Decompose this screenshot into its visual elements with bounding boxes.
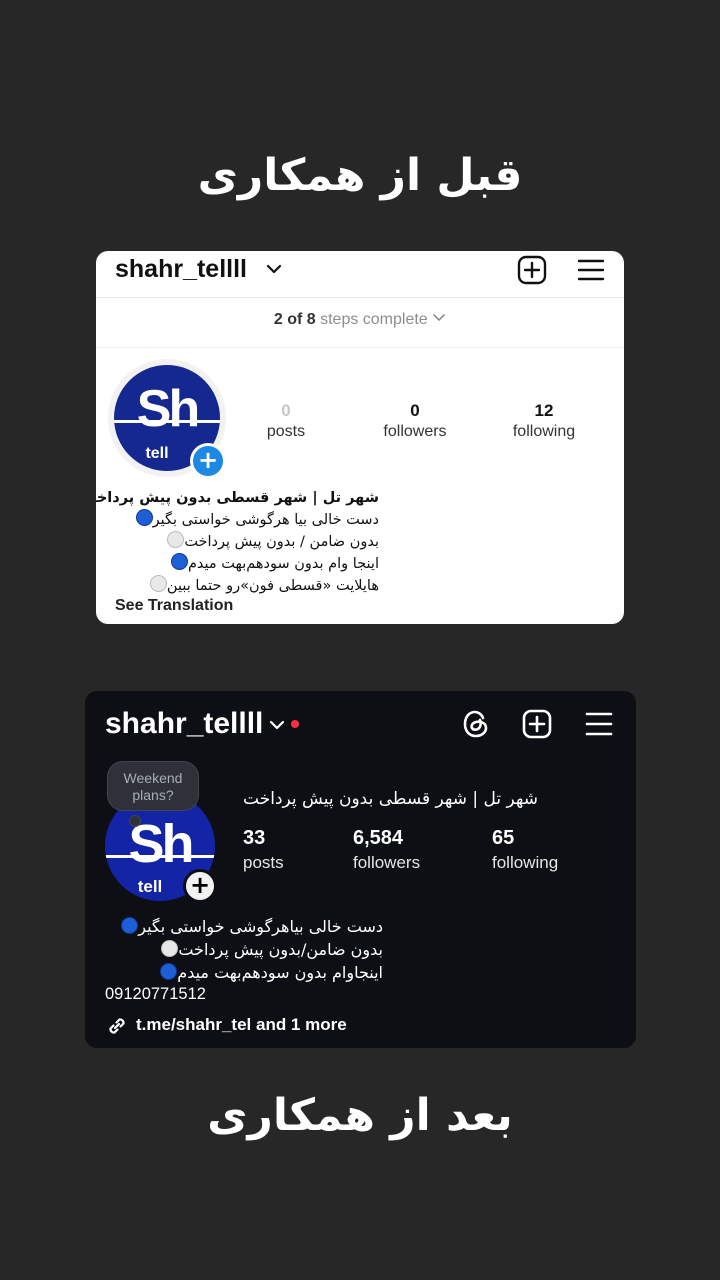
chevron-down-icon <box>433 314 445 322</box>
following-stat[interactable]: 65 following <box>492 827 558 873</box>
add-story-button[interactable]: + <box>190 443 226 479</box>
bio-line: بدون ضامن/بدون پیش پرداخت <box>85 938 383 961</box>
profile-after-card: shahr_tellll Sh tell + Weekend plans? شهر… <box>85 691 636 1048</box>
logo-text: Sh <box>136 380 200 438</box>
blue-circle-icon <box>170 553 188 570</box>
bio: شهر تل | شهر قسطی بدون پیش پرداخت دست خا… <box>96 487 379 597</box>
threads-icon[interactable] <box>462 709 490 739</box>
bio-link[interactable]: t.me/shahr_tel and 1 more <box>136 1015 347 1035</box>
bio-line: اینجا وام بدون سودهم‌بهت میدم <box>96 553 379 575</box>
blue-circle-icon <box>160 963 178 980</box>
see-translation-link[interactable]: See Translation <box>115 597 233 615</box>
bio-name: شهر تل | شهر قسطی بدون پیش پرداخت <box>96 490 379 506</box>
bio-line: هایلایت «قسطی فون»رو حتما ببین <box>96 575 379 597</box>
divider <box>96 297 624 298</box>
after-heading: بعد از همکاری <box>207 1090 513 1141</box>
white-circle-icon <box>167 531 185 548</box>
profile-before-card: shahr_tellll 2 of 8 steps complete Sh te… <box>96 251 624 624</box>
following-label: following <box>512 423 576 440</box>
create-post-icon[interactable] <box>522 709 552 739</box>
white-circle-icon <box>149 575 167 592</box>
steps-rest: steps complete <box>320 311 428 328</box>
posts-stat[interactable]: 0 posts <box>256 401 316 441</box>
white-circle-icon <box>161 940 179 957</box>
add-story-button[interactable]: + <box>183 869 217 903</box>
phone-number[interactable]: 09120771512 <box>105 985 206 1004</box>
steps-done: 2 of 8 <box>273 311 316 328</box>
username[interactable]: shahr_tellll <box>115 255 247 284</box>
before-heading: قبل از همکاری <box>197 150 523 201</box>
menu-icon[interactable] <box>585 711 613 737</box>
followers-stat[interactable]: 6,584 followers <box>353 827 420 873</box>
notification-dot <box>291 720 299 728</box>
followers-count: 6,584 <box>353 827 404 849</box>
menu-icon[interactable] <box>577 257 605 283</box>
logo-text: Sh <box>128 814 194 874</box>
posts-count: 0 <box>281 401 291 420</box>
chevron-down-icon[interactable] <box>266 263 282 275</box>
followers-label: followers <box>353 853 421 872</box>
note-bubble-tail <box>129 815 141 827</box>
followers-stat[interactable]: 0 followers <box>375 401 455 441</box>
followers-label: followers <box>383 423 447 440</box>
posts-label: posts <box>266 423 306 440</box>
following-count: 12 <box>534 401 554 420</box>
divider <box>96 347 624 348</box>
followers-count: 0 <box>410 401 420 420</box>
bio-line: دست خالی بیا هرگوشی خواستی بگیر <box>96 509 379 531</box>
bio-line: بدون ضامن / بدون پیش پرداخت <box>96 531 379 553</box>
username[interactable]: shahr_tellll <box>105 707 263 741</box>
logo-line <box>114 420 220 423</box>
posts-label: posts <box>243 853 284 872</box>
bio-line: اینجاوام بدون سودهم‌بهت میدم <box>85 961 383 984</box>
logo-line <box>105 855 215 858</box>
blue-circle-icon <box>135 509 153 526</box>
chevron-down-icon[interactable] <box>269 719 285 731</box>
link-icon <box>109 1018 125 1034</box>
profile-steps-banner[interactable]: 2 of 8 steps complete <box>96 311 624 329</box>
posts-count: 33 <box>243 827 266 849</box>
create-post-icon[interactable] <box>517 255 547 285</box>
posts-stat[interactable]: 33 posts <box>243 827 284 873</box>
following-stat[interactable]: 12 following <box>504 401 584 441</box>
following-count: 65 <box>492 827 515 849</box>
following-label: following <box>492 853 559 872</box>
bio: دست خالی بیاهرگوشی خواستی بگیر بدون ضامن… <box>85 915 383 984</box>
bio-line: دست خالی بیاهرگوشی خواستی بگیر <box>85 915 383 938</box>
profile-name: شهر تل | شهر قسطی بدون پیش پرداخت <box>243 789 538 809</box>
blue-circle-icon <box>121 917 139 934</box>
